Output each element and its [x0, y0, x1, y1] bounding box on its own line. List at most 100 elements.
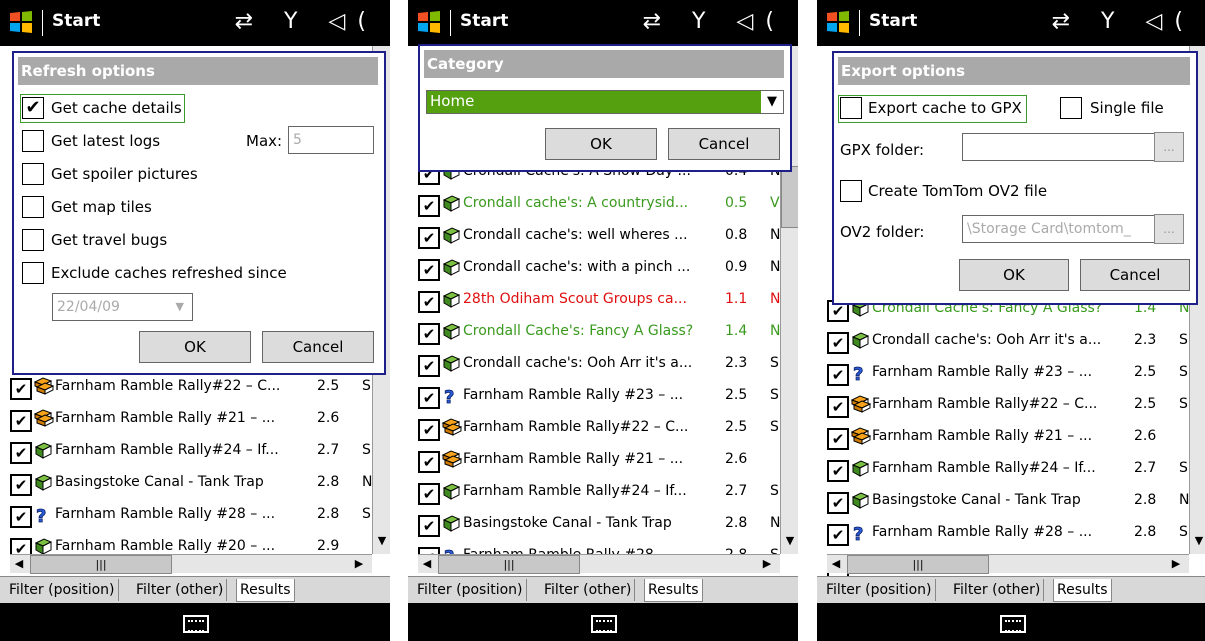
horizontal-scrollbar[interactable]: ◀ ||| ▶ — [10, 554, 372, 574]
row-checkbox[interactable]: ✔ — [827, 460, 849, 482]
scroll-right-icon[interactable]: ▶ — [350, 555, 368, 573]
start-title[interactable]: Start — [460, 11, 508, 31]
list-item[interactable]: ✔? Farnham Ramble Rally #28 – ... 2.8 S — [10, 502, 380, 530]
horizontal-scrollbar[interactable]: ◀ ||| ▶ — [418, 554, 780, 574]
list-item[interactable]: ✔ Crondall Cache's: Fancy A Glass? 1.4 N — [418, 319, 788, 347]
status-icons[interactable]: ⇄ Y ◁( — [235, 9, 378, 34]
row-checkbox[interactable]: ✔ — [827, 428, 849, 450]
list-item[interactable]: ✔? Farnham Ramble Rally #28 – ... 2.8 S — [827, 520, 1197, 548]
scroll-down-icon[interactable]: ▼ — [1190, 532, 1205, 550]
list-item[interactable]: ✔ Crondall cache's: A countrysid... 0.5 V — [418, 191, 788, 219]
row-checkbox[interactable]: ✔ — [418, 483, 440, 505]
row-checkbox[interactable]: ✔ — [418, 355, 440, 377]
gpx-browse-button[interactable]: ... — [1154, 132, 1184, 162]
list-item[interactable]: ✔ Farnham Ramble Rally #21 – ... 2.6 — [827, 424, 1197, 452]
single-file-checkbox[interactable] — [1060, 97, 1082, 119]
list-item[interactable]: ✔ Farnham Ramble Rally#24 – If... 2.7 S — [827, 456, 1197, 484]
category-select[interactable]: Home ▼ — [426, 90, 784, 114]
list-item[interactable]: ✔? Farnham Ramble Rally #23 – ... 2.5 S — [418, 383, 788, 411]
row-checkbox[interactable]: ✔ — [418, 387, 440, 409]
status-icons[interactable]: ⇄ Y ◁( — [1052, 9, 1195, 34]
row-checkbox[interactable]: ✔ — [418, 291, 440, 313]
keyboard-icon[interactable] — [183, 615, 209, 633]
tab-filter-position[interactable]: Filter (position) — [823, 579, 936, 601]
scroll-down-icon[interactable]: ▼ — [373, 532, 390, 550]
tab-filter-other[interactable]: Filter (other) — [541, 579, 636, 601]
gpx-folder-input[interactable] — [962, 133, 1156, 161]
exclude-date-picker[interactable]: 22/04/09 ▼ — [52, 293, 193, 321]
list-item[interactable]: ✔ Crondall cache's: Ooh Arr it's a... 2.3 S — [827, 328, 1197, 356]
windows-logo-icon[interactable] — [416, 9, 442, 35]
horizontal-scrollbar[interactable]: ◀ ||| ▶ — [827, 554, 1189, 574]
scroll-right-icon[interactable]: ▶ — [1167, 555, 1185, 573]
start-title[interactable]: Start — [869, 11, 917, 31]
tab-filter-other[interactable]: Filter (other) — [950, 579, 1045, 601]
row-checkbox[interactable]: ✔ — [10, 410, 32, 432]
cancel-button[interactable]: Cancel — [1080, 259, 1190, 291]
get-latest-logs-checkbox[interactable] — [22, 130, 44, 152]
row-checkbox[interactable]: ✔ — [10, 506, 32, 528]
row-checkbox[interactable]: ✔ — [418, 195, 440, 217]
ok-button[interactable]: OK — [545, 128, 657, 160]
row-checkbox[interactable]: ✔ — [418, 419, 440, 441]
row-checkbox[interactable]: ✔ — [827, 396, 849, 418]
list-item[interactable]: ✔ Basingstoke Canal - Tank Trap 2.8 N — [418, 511, 788, 539]
tab-results[interactable]: Results — [644, 579, 703, 602]
cancel-button[interactable]: Cancel — [262, 331, 374, 363]
list-item[interactable]: ✔ Farnham Ramble Rally #21 – ... 2.6 — [10, 406, 380, 434]
row-checkbox[interactable]: ✔ — [827, 364, 849, 386]
scroll-thumb[interactable] — [781, 166, 798, 228]
list-item[interactable]: ✔ Basingstoke Canal - Tank Trap 2.8 N — [827, 488, 1197, 516]
row-checkbox[interactable]: ✔ — [418, 451, 440, 473]
max-logs-input[interactable]: 5 — [288, 126, 374, 154]
scroll-thumb[interactable]: ||| — [30, 555, 172, 574]
list-item[interactable]: ✔ Farnham Ramble Rally#24 – If... 2.7 S — [418, 479, 788, 507]
start-title[interactable]: Start — [52, 11, 100, 31]
dropdown-arrow-icon[interactable]: ▼ — [761, 91, 783, 113]
list-item[interactable]: ✔ Farnham Ramble Rally#22 – C... 2.5 S — [10, 374, 380, 402]
ok-button[interactable]: OK — [139, 331, 251, 363]
row-checkbox[interactable]: ✔ — [418, 323, 440, 345]
row-checkbox[interactable]: ✔ — [10, 442, 32, 464]
ov2-folder-input[interactable]: \Storage Card\tomtom_ — [962, 215, 1156, 243]
tab-filter-other[interactable]: Filter (other) — [133, 579, 228, 601]
keyboard-icon[interactable] — [591, 615, 617, 633]
row-checkbox[interactable]: ✔ — [418, 259, 440, 281]
ok-button[interactable]: OK — [959, 259, 1069, 291]
scroll-left-icon[interactable]: ◀ — [418, 555, 436, 573]
row-checkbox[interactable]: ✔ — [418, 515, 440, 537]
scroll-right-icon[interactable]: ▶ — [758, 555, 776, 573]
tab-results[interactable]: Results — [236, 579, 295, 602]
get-cache-details-checkbox[interactable]: ✔ — [22, 97, 44, 119]
scroll-left-icon[interactable]: ◀ — [10, 555, 28, 573]
scroll-left-icon[interactable]: ◀ — [827, 555, 845, 573]
row-checkbox[interactable]: ✔ — [827, 332, 849, 354]
ov2-browse-button[interactable]: ... — [1154, 214, 1184, 244]
list-item[interactable]: ✔ Crondall cache's: with a pinch ... 0.9 N — [418, 255, 788, 283]
get-travel-bugs-checkbox[interactable] — [22, 229, 44, 251]
row-checkbox[interactable]: ✔ — [827, 492, 849, 514]
exclude-refreshed-checkbox[interactable] — [22, 262, 44, 284]
status-icons[interactable]: ⇄ Y ◁( — [643, 9, 786, 34]
scroll-down-icon[interactable]: ▼ — [781, 532, 798, 550]
list-item[interactable]: ✔ Farnham Ramble Rally#22 – C... 2.5 S — [418, 415, 788, 443]
list-item[interactable]: ✔ Crondall cache's: well wheres ... 0.8 N — [418, 223, 788, 251]
windows-logo-icon[interactable] — [8, 9, 34, 35]
keyboard-icon[interactable] — [1000, 615, 1026, 633]
row-checkbox[interactable]: ✔ — [418, 227, 440, 249]
list-item[interactable]: ✔ Farnham Ramble Rally #21 – ... 2.6 — [418, 447, 788, 475]
create-ov2-checkbox[interactable] — [840, 180, 862, 202]
list-item[interactable]: ✔ 28th Odiham Scout Groups ca... 1.1 N — [418, 287, 788, 315]
row-checkbox[interactable]: ✔ — [10, 474, 32, 496]
tab-filter-position[interactable]: Filter (position) — [414, 579, 527, 601]
export-gpx-checkbox[interactable] — [840, 97, 862, 119]
list-item[interactable]: ✔? Farnham Ramble Rally #23 – ... 2.5 S — [827, 360, 1197, 388]
list-item[interactable]: ✔ Farnham Ramble Rally#22 – C... 2.5 S — [827, 392, 1197, 420]
scroll-thumb[interactable]: ||| — [847, 555, 989, 574]
row-checkbox[interactable]: ✔ — [827, 524, 849, 546]
get-spoiler-pictures-checkbox[interactable] — [22, 163, 44, 185]
get-map-tiles-checkbox[interactable] — [22, 196, 44, 218]
list-item[interactable]: ✔ Farnham Ramble Rally#24 – If... 2.7 S — [10, 438, 380, 466]
row-checkbox[interactable]: ✔ — [10, 378, 32, 400]
scroll-thumb[interactable]: ||| — [438, 555, 580, 574]
